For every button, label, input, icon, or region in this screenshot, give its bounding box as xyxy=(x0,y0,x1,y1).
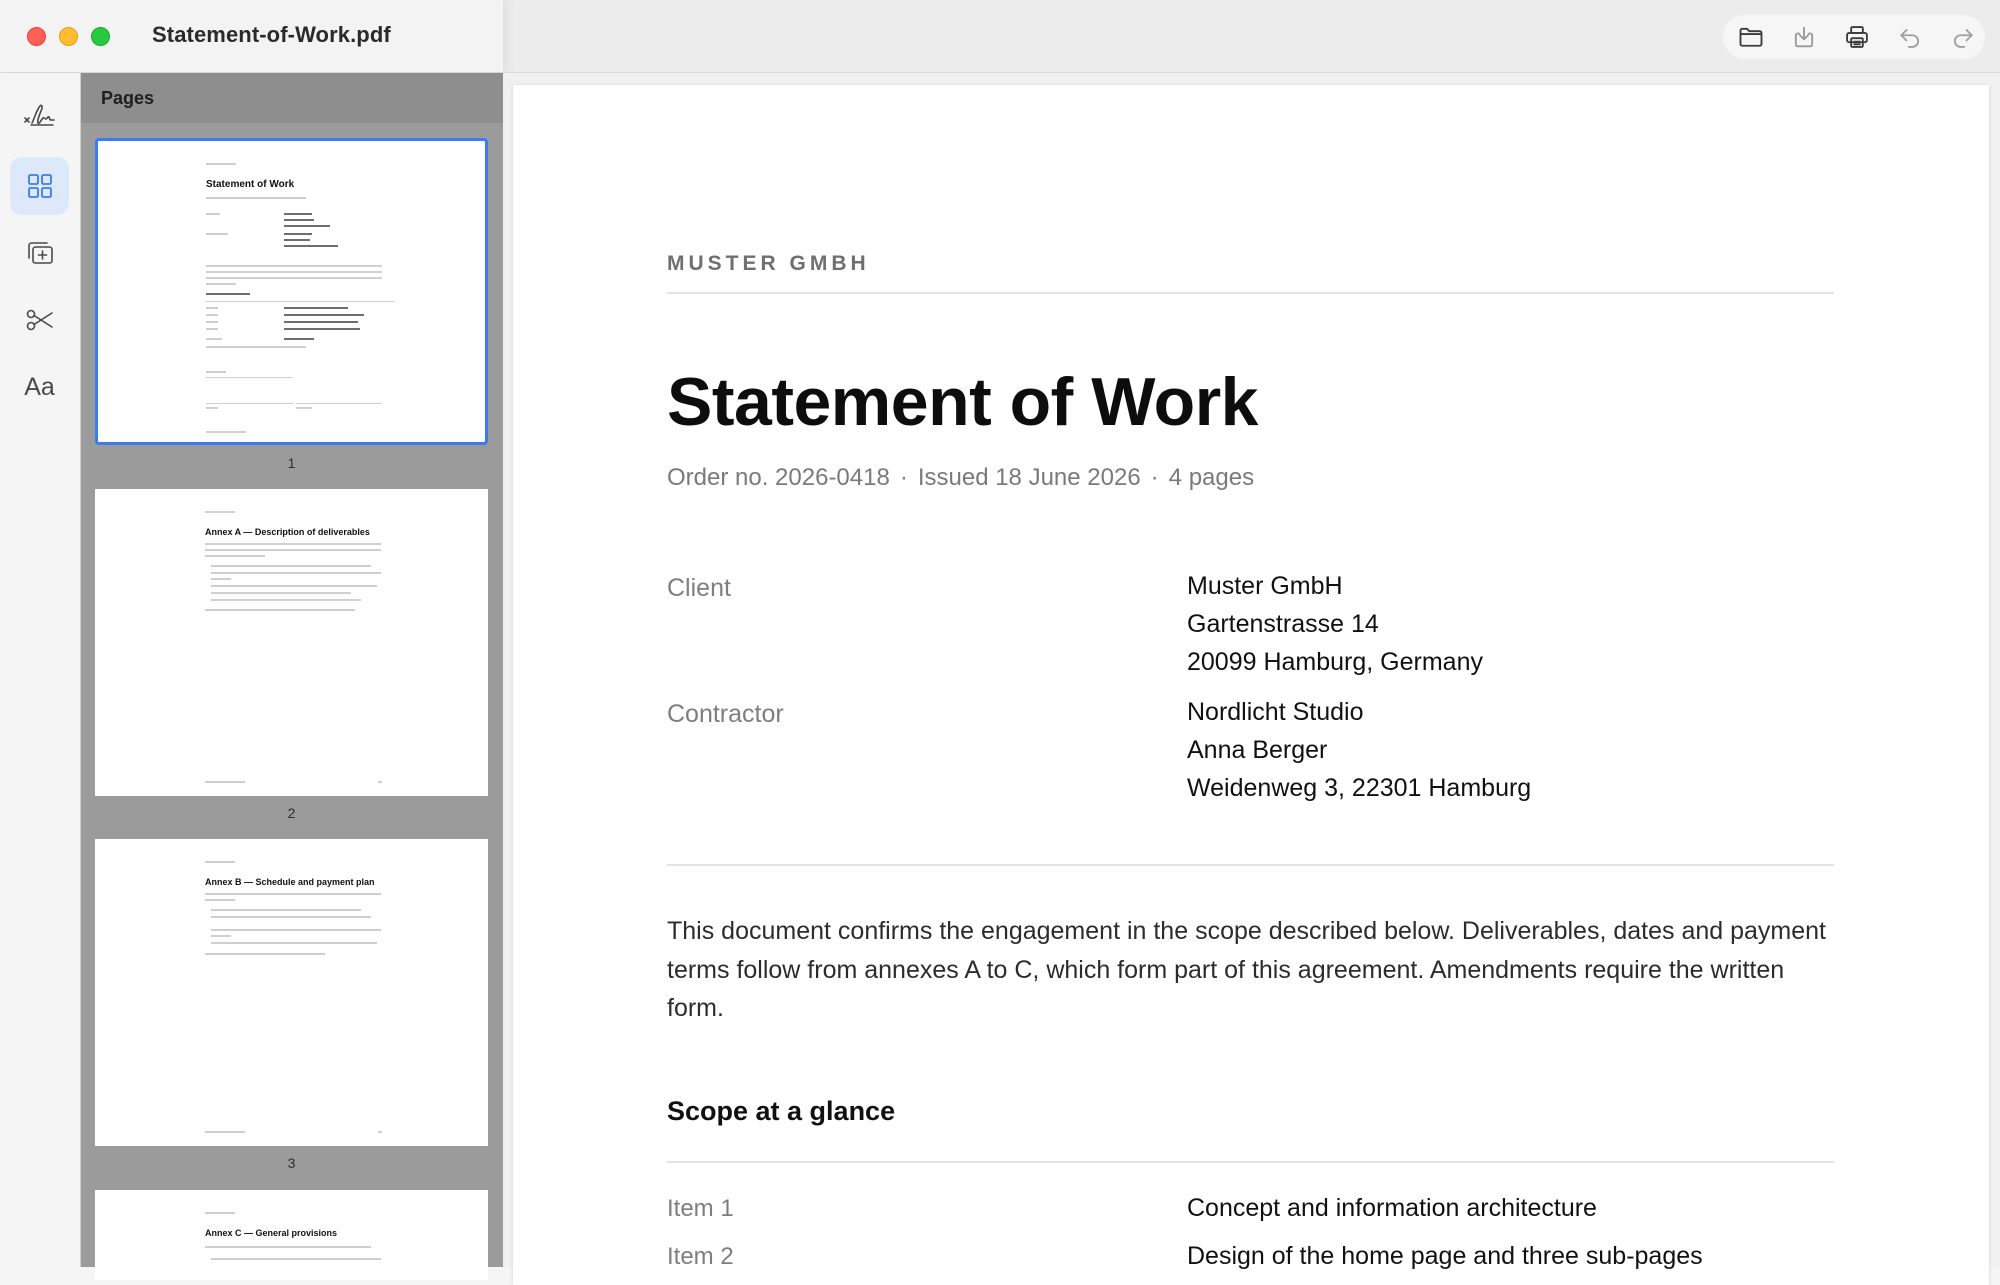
document-viewer[interactable]: MUSTER GMBH Statement of Work Order no. … xyxy=(503,73,2000,1285)
text-tool-button[interactable]: Aa xyxy=(10,358,69,416)
tool-rail: Aa xyxy=(0,73,79,1267)
page-number-3: 3 xyxy=(287,1155,296,1171)
title-bar: Statement-of-Work.pdf xyxy=(0,0,2000,73)
section-heading: Scope at a glance xyxy=(667,1096,896,1126)
order-number: Order no. 2026-0418 xyxy=(667,464,890,491)
thumbnail-heading: Annex A — Description of deliverables xyxy=(205,527,370,537)
page-thumbnail-3[interactable]: Annex B — Schedule and payment plan xyxy=(95,839,488,1146)
thumbnail-heading: Annex B — Schedule and payment plan xyxy=(205,877,375,887)
page-thumbnail-1[interactable]: Statement of Work xyxy=(95,138,488,445)
page-number-2: 2 xyxy=(287,805,296,821)
page-number-1: 1 xyxy=(287,455,296,471)
insert-page-button[interactable] xyxy=(10,224,69,282)
pages-panel-header: Pages xyxy=(81,73,504,123)
document-page: MUSTER GMBH Statement of Work Order no. … xyxy=(513,85,1989,1285)
company-name: MUSTER GMBH xyxy=(667,252,870,275)
client-label: Client xyxy=(667,574,731,602)
signature-icon xyxy=(23,104,55,126)
folder-icon xyxy=(1739,27,1763,47)
page-count: 4 pages xyxy=(1168,464,1255,491)
document-title: Statement of Work xyxy=(667,364,1258,440)
undo-icon xyxy=(1900,29,1920,48)
pages-view-button[interactable] xyxy=(10,157,69,215)
print-button[interactable] xyxy=(1839,21,1875,53)
intro-paragraph: This document confirms the engagement in… xyxy=(667,917,1826,1022)
page-thumbnail-2[interactable]: Annex A — Description of deliverables xyxy=(95,489,488,796)
download-button[interactable] xyxy=(1786,21,1822,53)
split-tool-button[interactable] xyxy=(10,291,69,349)
scope-item-value: Concept and information architecture xyxy=(1187,1194,1597,1222)
open-folder-button[interactable] xyxy=(1733,21,1769,53)
download-icon xyxy=(1794,26,1814,48)
window-title: Statement-of-Work.pdf xyxy=(152,22,391,47)
grid-icon xyxy=(27,174,52,198)
contractor-details: Nordlicht Studio Anna Berger Weidenweg 3… xyxy=(1187,698,1532,802)
divider xyxy=(667,292,1834,294)
add-page-icon xyxy=(27,242,53,264)
scissors-icon xyxy=(26,309,53,331)
close-window-button[interactable] xyxy=(27,27,46,46)
pages-panel-title: Pages xyxy=(101,88,155,108)
pages-panel: Pages Statement of Work 1 Annex A — Desc… xyxy=(80,73,504,1280)
minimize-window-button[interactable] xyxy=(59,27,78,46)
redo-icon xyxy=(1953,29,1973,48)
document-meta: Order no. 2026-0418 · Issued 18 June 2026 ·… xyxy=(667,464,1255,491)
signature-tool-button[interactable] xyxy=(10,85,69,143)
divider xyxy=(667,864,1834,866)
divider xyxy=(667,1161,1834,1163)
undo-button[interactable] xyxy=(1892,21,1928,53)
client-details: Muster GmbH Gartenstrasse 14 20099 Hambu… xyxy=(1187,572,1483,676)
issue-date: Issued 18 June 2026 xyxy=(917,464,1141,491)
print-icon xyxy=(1846,26,1868,48)
thumbnail-heading: Annex C — General provisions xyxy=(205,1228,338,1238)
redo-button[interactable] xyxy=(1945,21,1981,53)
scope-item-label: Item 1 xyxy=(667,1195,734,1222)
thumbnail-heading: Statement of Work xyxy=(206,179,295,190)
text-icon: Aa xyxy=(24,372,55,401)
contractor-label: Contractor xyxy=(667,700,784,728)
toolbar xyxy=(1723,15,1985,59)
zoom-window-button[interactable] xyxy=(91,27,110,46)
